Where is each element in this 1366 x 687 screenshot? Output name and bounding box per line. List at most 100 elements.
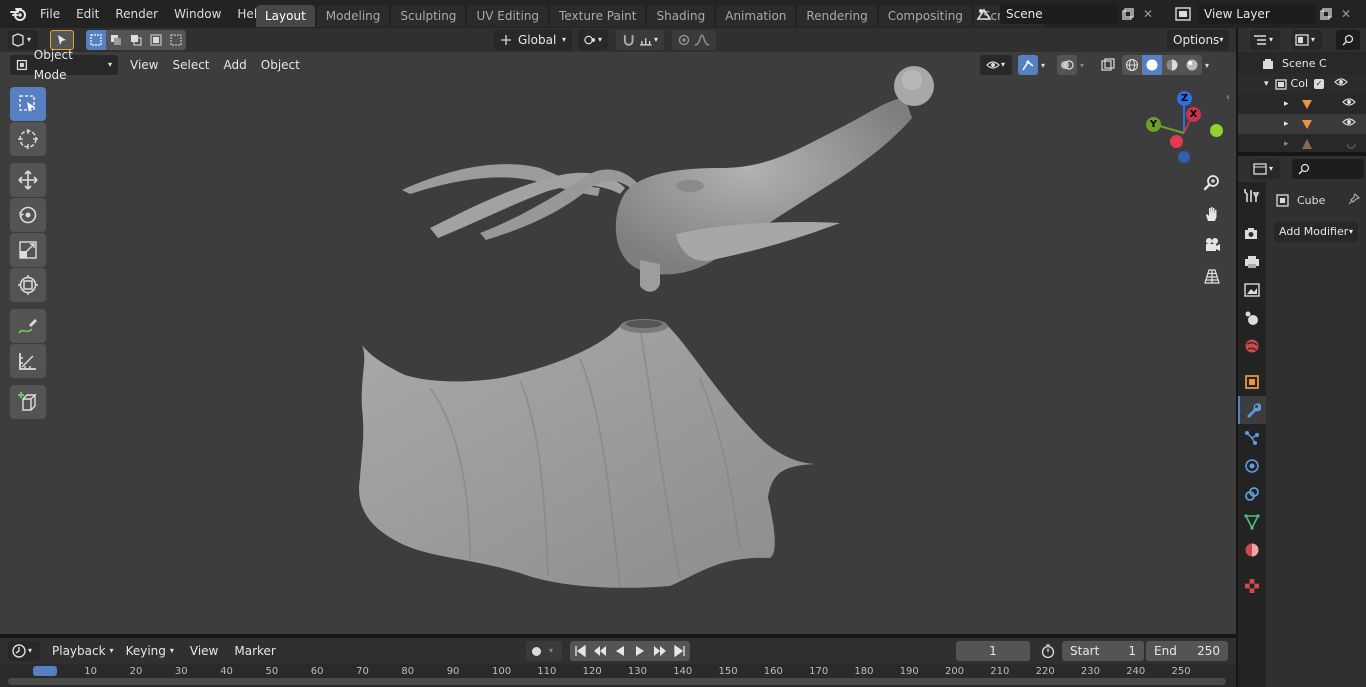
jump-end-icon[interactable]: [670, 641, 690, 661]
tab-shading[interactable]: Shading: [647, 5, 715, 27]
ruler-tick-label: 140: [673, 666, 693, 677]
tab-uv-editing[interactable]: UV Editing: [467, 5, 549, 27]
menu-window[interactable]: Window: [166, 0, 229, 28]
start-frame-field[interactable]: Start 1: [1062, 641, 1144, 661]
jump-start-icon[interactable]: [570, 641, 590, 661]
properties-icon: [1253, 163, 1267, 175]
tab-texture-paint[interactable]: Texture Paint: [550, 5, 646, 27]
particles-tab[interactable]: [1238, 424, 1266, 452]
eye-icon[interactable]: [1342, 114, 1356, 134]
close-scene-icon[interactable]: ✕: [1138, 4, 1158, 24]
tab-sculpting[interactable]: Sculpting: [391, 5, 466, 27]
menu-render[interactable]: Render: [107, 0, 166, 28]
ruler-tick-label: 30: [174, 666, 188, 677]
expand-arrow-icon[interactable]: ▾: [1264, 74, 1269, 94]
scene-icon[interactable]: [970, 4, 1000, 24]
view-layer-icon[interactable]: [1168, 4, 1198, 24]
view-layer-tab[interactable]: [1238, 276, 1266, 304]
ruler-tick-label: 190: [899, 666, 919, 677]
add-modifier-dropdown[interactable]: Add Modifier ▾: [1274, 222, 1358, 242]
scene-tab[interactable]: [1238, 304, 1266, 332]
ruler-tick-label: 220: [1035, 666, 1055, 677]
modifiers-tab[interactable]: [1238, 396, 1266, 424]
outliner-search-icon[interactable]: [1336, 30, 1360, 50]
blender-logo-icon[interactable]: [8, 4, 28, 24]
chevron-down-icon: ▾: [109, 646, 114, 655]
play-reverse-icon[interactable]: [610, 641, 630, 661]
close-view-layer-icon[interactable]: ✕: [1336, 4, 1356, 24]
world-tab[interactable]: [1238, 332, 1266, 360]
properties-tabs: [1238, 182, 1266, 687]
menu-edit[interactable]: Edit: [68, 0, 107, 28]
tab-modeling[interactable]: Modeling: [316, 5, 390, 27]
ruler-tick-label: 60: [310, 666, 324, 677]
eye-icon[interactable]: [1342, 94, 1356, 114]
tab-rendering[interactable]: Rendering: [797, 5, 877, 27]
constraints-tab[interactable]: [1238, 480, 1266, 508]
auto-keying-toggle[interactable]: ▾: [526, 641, 562, 661]
scene-name-field[interactable]: Scene: [1000, 4, 1118, 24]
timeline-scrollbar[interactable]: [8, 678, 1226, 685]
properties-editor-type-button[interactable]: ▾: [1250, 159, 1280, 179]
display-mode-icon: [1295, 34, 1309, 46]
start-label: Start: [1070, 644, 1100, 658]
3d-viewport[interactable]: ▾ Global ▾ ▾ ▾ Options ▾ Object Mode ▾ V…: [0, 28, 1236, 634]
texture-tab[interactable]: [1238, 572, 1266, 600]
outliner-object-row[interactable]: ▸ ◡: [1238, 134, 1366, 154]
jump-keyframe-forward-icon[interactable]: [650, 641, 670, 661]
playhead-indicator[interactable]: [33, 666, 57, 676]
collection-checkbox[interactable]: ✓: [1314, 79, 1324, 89]
material-tab[interactable]: [1238, 536, 1266, 564]
start-value: 1: [1128, 644, 1136, 658]
object-props-icon: [1245, 375, 1259, 389]
timeline-view-menu[interactable]: View: [184, 641, 224, 661]
menu-file[interactable]: File: [32, 0, 68, 28]
top-bar: File Edit Render Window Help Layout Mode…: [0, 0, 1366, 28]
outliner-collection-row[interactable]: ▾ Col ✓: [1238, 74, 1366, 94]
ruler-tick-label: 100: [492, 666, 512, 677]
tab-compositing[interactable]: Compositing: [878, 5, 972, 27]
current-frame-field[interactable]: 1: [956, 641, 1030, 661]
end-frame-field[interactable]: End 250: [1146, 641, 1228, 661]
ruler-tick-label: 160: [763, 666, 783, 677]
outliner-scene-row[interactable]: Scene C: [1238, 54, 1366, 74]
ruler-tick-label: 210: [990, 666, 1010, 677]
pin-icon[interactable]: [1348, 192, 1361, 208]
expand-arrow-icon[interactable]: ▸: [1284, 94, 1289, 114]
ruler-tick-label: 90: [446, 666, 460, 677]
outliner-editor-type-button[interactable]: ▾: [1250, 30, 1280, 50]
outliner-object-row[interactable]: ▸: [1238, 114, 1366, 134]
data-tab[interactable]: [1238, 508, 1266, 536]
expand-arrow-icon[interactable]: ▸: [1284, 114, 1289, 134]
stopwatch-icon[interactable]: [1038, 641, 1058, 661]
outliner-object-row[interactable]: ▸: [1238, 94, 1366, 114]
marker-menu[interactable]: Marker: [228, 641, 281, 661]
render-tab[interactable]: [1238, 220, 1266, 248]
workspace-tabs: Layout Modeling Sculpting UV Editing Tex…: [256, 0, 1070, 28]
playback-label: Playback: [52, 644, 106, 658]
timeline-ruler[interactable]: 0102030405060708090100110120130140150160…: [0, 664, 1236, 687]
physics-tab[interactable]: [1238, 452, 1266, 480]
play-icon[interactable]: [630, 641, 650, 661]
jump-keyframe-back-icon[interactable]: [590, 641, 610, 661]
tab-layout[interactable]: Layout: [256, 5, 315, 27]
expand-arrow-icon[interactable]: ▸: [1284, 134, 1289, 154]
object-name: Cube: [1297, 193, 1326, 207]
properties-search-field[interactable]: [1292, 159, 1364, 179]
object-tab[interactable]: [1238, 368, 1266, 396]
copy-scene-icon[interactable]: [1118, 4, 1138, 24]
output-tab[interactable]: [1238, 248, 1266, 276]
timeline-editor-type-button[interactable]: ▾: [8, 641, 40, 661]
copy-view-layer-icon[interactable]: [1316, 4, 1336, 24]
view-layer-field[interactable]: View Layer: [1198, 4, 1316, 24]
tool-tab[interactable]: [1238, 182, 1266, 210]
keying-menu[interactable]: Keying ▾: [120, 641, 180, 661]
tab-animation[interactable]: Animation: [716, 5, 796, 27]
eye-icon[interactable]: [1334, 74, 1348, 94]
display-mode-dropdown[interactable]: ▾: [1292, 30, 1322, 50]
hidden-eye-icon[interactable]: ◡: [1346, 134, 1356, 154]
playback-menu[interactable]: Playback ▾: [46, 641, 120, 661]
chevron-down-icon: ▾: [1269, 164, 1274, 173]
object-name-row: Cube: [1268, 186, 1364, 214]
mesh-data-icon: [1244, 514, 1260, 530]
